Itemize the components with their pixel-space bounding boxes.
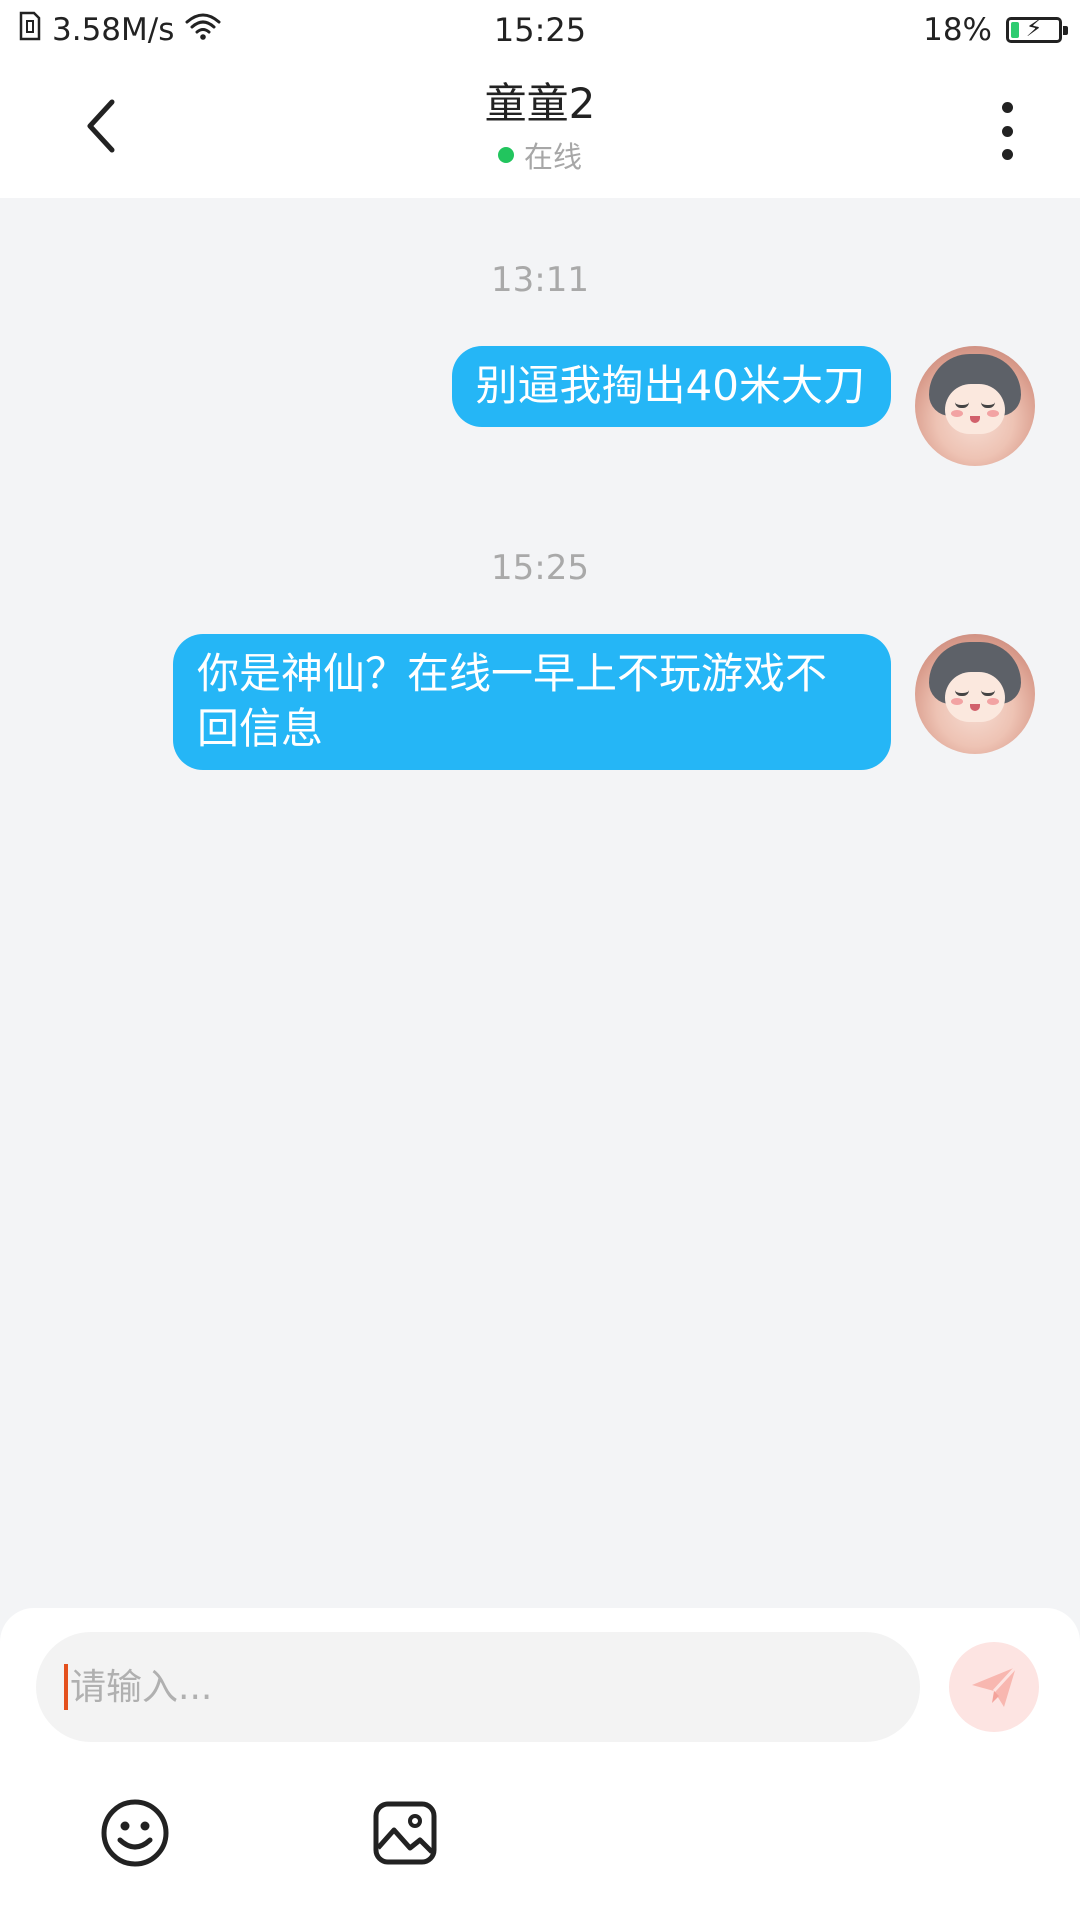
status-bar: 3.58M/s 15:25 18% ⚡ <box>0 0 1080 60</box>
chat-header: 童童2 在线 <box>0 60 1080 198</box>
message-input-container[interactable] <box>36 1632 920 1742</box>
message-row: 别逼我掏出40米大刀 <box>451 346 1035 466</box>
avatar[interactable] <box>915 634 1035 754</box>
online-dot <box>497 147 514 163</box>
image-icon <box>373 1801 437 1865</box>
clock: 15:25 <box>493 11 587 49</box>
online-status: 在线 <box>0 134 1080 176</box>
more-vertical-icon <box>1001 102 1013 113</box>
message-timestamp: 15:25 <box>491 548 589 588</box>
status-right: 18% ⚡ <box>923 8 1068 52</box>
message-bubble[interactable]: 别逼我掏出40米大刀 <box>451 346 891 427</box>
image-button[interactable] <box>368 1796 442 1870</box>
message-bubble[interactable]: 你是神仙？在线一早上不玩游戏不回信息 <box>173 634 891 770</box>
emoji-icon <box>101 1799 169 1867</box>
text-caret <box>64 1664 68 1710</box>
send-icon <box>972 1665 1018 1707</box>
more-options-button[interactable] <box>992 96 1022 166</box>
contact-name: 童童2 <box>484 79 596 128</box>
emoji-button[interactable] <box>98 1796 172 1870</box>
message-input[interactable] <box>70 1666 920 1708</box>
chat-messages[interactable]: 13:11 别逼我掏出40米大刀 15:25 你是神仙？在线一早上不玩游戏不回信… <box>0 198 1080 1608</box>
send-button[interactable] <box>949 1642 1039 1732</box>
battery-percent: 18% <box>923 12 992 48</box>
composer-panel <box>0 1608 1080 1920</box>
message-timestamp: 13:11 <box>491 260 589 300</box>
avatar[interactable] <box>915 346 1035 466</box>
message-row: 你是神仙？在线一早上不玩游戏不回信息 <box>173 634 1035 770</box>
battery-charging-icon: ⚡ <box>1006 14 1068 43</box>
online-status-label: 在线 <box>523 140 582 174</box>
